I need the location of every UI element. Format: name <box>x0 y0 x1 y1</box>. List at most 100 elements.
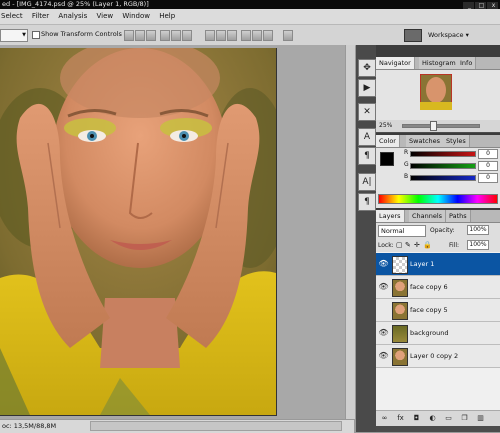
color-ramp[interactable] <box>378 194 498 204</box>
layer-name: background <box>410 329 449 337</box>
lock-transparent-icon[interactable]: ▢ <box>396 241 403 249</box>
tab-channels[interactable]: Channels <box>409 210 447 222</box>
title-bar: ed - [IMG_4174.psd @ 25% (Layer 1, RGB/8… <box>0 0 500 9</box>
tab-paths[interactable]: Paths <box>446 210 471 222</box>
tab-info[interactable]: Info <box>457 57 477 69</box>
zoom-tool-icon[interactable]: ✕ <box>358 103 376 121</box>
brush-tool-icon[interactable]: ▶ <box>358 79 376 97</box>
navigator-thumbnail[interactable] <box>420 74 452 110</box>
character-tool-icon[interactable]: A| <box>358 173 376 191</box>
tab-color[interactable]: Color <box>376 135 400 147</box>
layer-row[interactable]: 👁 background <box>376 322 500 345</box>
distribute-left-icon[interactable] <box>241 30 251 41</box>
menu-select[interactable]: Select <box>1 9 23 24</box>
layer-thumbnail <box>392 256 408 274</box>
show-transform-label: Show Transform Controls <box>41 30 122 38</box>
navigator-panel-header <box>376 45 500 57</box>
close-button[interactable]: x <box>487 2 498 9</box>
visibility-eye-icon[interactable]: 👁 <box>378 281 389 292</box>
tab-navigator[interactable]: Navigator <box>376 57 415 69</box>
maximize-button[interactable]: □ <box>475 2 486 9</box>
visibility-eye-icon[interactable] <box>378 304 389 315</box>
layers-tabs: Layers Channels Paths <box>376 210 500 223</box>
lock-label: Lock: <box>378 242 394 249</box>
distribute-right-icon[interactable] <box>263 30 273 41</box>
layer-name: Layer 0 copy 2 <box>410 352 459 360</box>
distribute-hcenter-icon[interactable] <box>252 30 262 41</box>
paragraph-tool-icon[interactable]: ¶ <box>358 147 376 165</box>
tab-layers[interactable]: Layers <box>376 210 405 222</box>
window-controls: _ □ x <box>462 1 498 9</box>
lock-image-icon[interactable]: ✎ <box>405 241 411 249</box>
layer-row[interactable]: 👁 Layer 0 copy 2 <box>376 345 500 368</box>
horizontal-scrollbar[interactable] <box>90 421 342 431</box>
fill-field[interactable]: 100% <box>467 240 489 250</box>
visibility-eye-icon[interactable]: 👁 <box>378 258 389 269</box>
new-layer-icon[interactable]: ❐ <box>460 414 469 423</box>
layer-name: Layer 1 <box>410 260 435 268</box>
lock-position-icon[interactable]: ✛ <box>414 241 420 249</box>
channel-r-slider[interactable] <box>410 151 476 157</box>
zoom-slider[interactable] <box>402 124 480 128</box>
channel-b-value[interactable]: 0 <box>478 173 498 183</box>
align-left-icon[interactable] <box>160 30 170 41</box>
type-tool-icon[interactable]: A <box>358 128 376 146</box>
document-canvas[interactable] <box>0 48 277 416</box>
zoom-slider-handle[interactable] <box>430 121 437 131</box>
window-title: ed - [IMG_4174.psd @ 25% (Layer 1, RGB/8… <box>2 0 149 8</box>
menu-window[interactable]: Window <box>122 9 150 24</box>
distribute-top-icon[interactable] <box>205 30 215 41</box>
layer-thumbnail <box>392 279 408 297</box>
distribute-vcenter-icon[interactable] <box>216 30 226 41</box>
adjustment-layer-icon[interactable]: ◐ <box>428 414 437 423</box>
color-body: R 0 G 0 B 0 <box>376 148 500 208</box>
align-bottom-icon[interactable] <box>146 30 156 41</box>
minimize-button[interactable]: _ <box>463 2 474 9</box>
auto-align-icon[interactable] <box>283 30 293 41</box>
menu-view[interactable]: View <box>97 9 114 24</box>
show-transform-checkbox[interactable] <box>32 31 40 39</box>
lock-all-icon[interactable]: 🔒 <box>423 241 432 249</box>
align-top-icon[interactable] <box>124 30 134 41</box>
blend-mode-select[interactable]: Normal <box>378 225 426 237</box>
new-group-icon[interactable]: ▭ <box>444 414 453 423</box>
paragraph-panel-icon[interactable]: ¶ <box>358 193 376 211</box>
layer-name: face copy 6 <box>410 283 448 291</box>
align-hcenter-icon[interactable] <box>171 30 181 41</box>
layer-row[interactable]: 👁 face copy 6 <box>376 276 500 299</box>
chevron-down-icon: ▼ <box>22 32 26 38</box>
workspace-menu[interactable]: Workspace ▾ <box>428 30 469 40</box>
tool-preset-dropdown[interactable]: ▼ <box>0 29 28 42</box>
tab-styles[interactable]: Styles <box>443 135 470 147</box>
color-tabs: Color Swatches Styles <box>376 135 500 148</box>
layer-row[interactable]: 👁 Layer 1 <box>376 253 500 276</box>
foreground-swatch[interactable] <box>380 152 394 166</box>
fill-label: Fill: <box>449 242 460 249</box>
menu-help[interactable]: Help <box>159 9 175 24</box>
vertical-scrollbar[interactable] <box>345 45 355 419</box>
visibility-eye-icon[interactable]: 👁 <box>378 350 389 361</box>
opacity-field[interactable]: 100% <box>467 225 489 235</box>
channel-b-slider[interactable] <box>410 175 476 181</box>
channel-g-label: G <box>404 161 409 168</box>
delete-layer-icon[interactable]: ▥ <box>476 414 485 423</box>
move-tool-icon[interactable]: ✥ <box>358 59 376 77</box>
layer-row[interactable]: face copy 5 <box>376 299 500 322</box>
channel-g-value[interactable]: 0 <box>478 161 498 171</box>
layer-style-icon[interactable]: fx <box>396 414 405 423</box>
distribute-bottom-icon[interactable] <box>227 30 237 41</box>
tab-swatches[interactable]: Swatches <box>406 135 445 147</box>
link-layers-icon[interactable]: ∞ <box>380 414 389 423</box>
document-switch-icon[interactable] <box>404 29 422 42</box>
align-vcenter-icon[interactable] <box>135 30 145 41</box>
navigator-body <box>376 70 500 120</box>
visibility-eye-icon[interactable]: 👁 <box>378 327 389 338</box>
menu-filter[interactable]: Filter <box>32 9 49 24</box>
channel-r-value[interactable]: 0 <box>478 149 498 159</box>
channel-b-label: B <box>404 173 409 180</box>
tab-histogram[interactable]: Histogram <box>419 57 460 69</box>
layer-mask-icon[interactable]: ◘ <box>412 414 421 423</box>
menu-analysis[interactable]: Analysis <box>58 9 87 24</box>
align-right-icon[interactable] <box>182 30 192 41</box>
channel-g-slider[interactable] <box>410 163 476 169</box>
